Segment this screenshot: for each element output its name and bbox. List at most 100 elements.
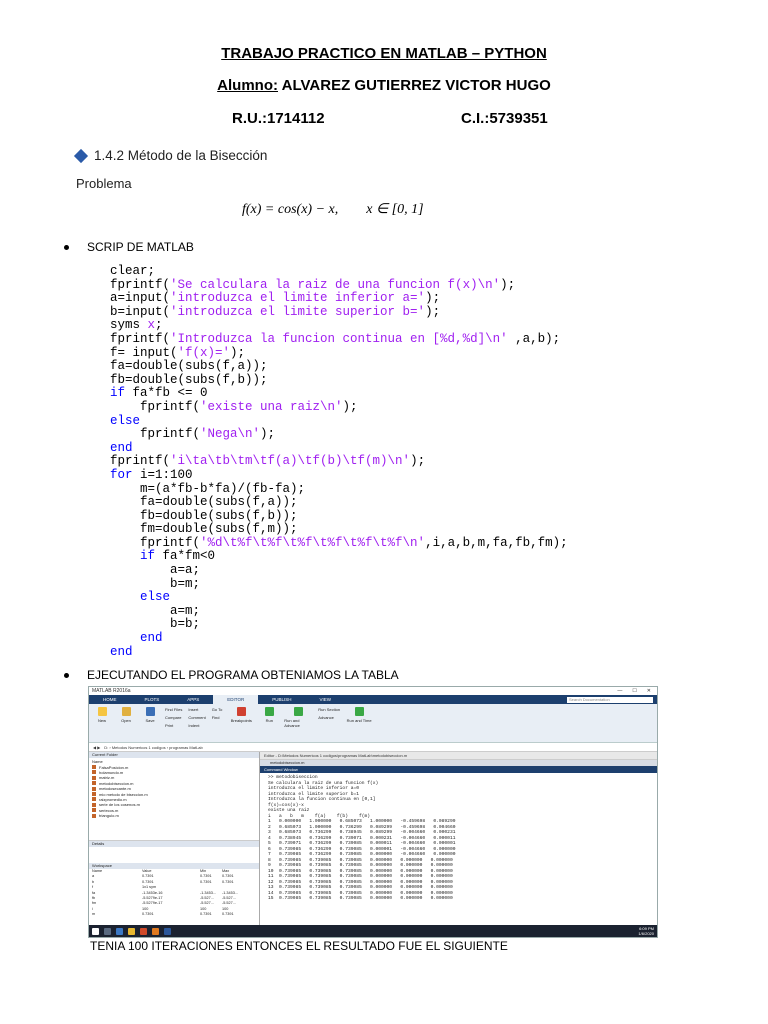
print-button[interactable]: Print (165, 723, 182, 728)
run-time-button[interactable]: Run and Time (346, 707, 372, 723)
find-button[interactable]: Find (212, 715, 223, 720)
console-line: i a b m f(a) f(b) f(m) (268, 813, 370, 819)
code-text: b=m; (110, 576, 201, 591)
console-line: 14 0.739085 0.739085 0.739085 0.000000 0… (268, 890, 453, 896)
file-name: mio metodo de biseccion.m (99, 791, 148, 797)
file-name: holamundo.m (99, 769, 124, 775)
console-line: existe una raiz (268, 808, 310, 813)
matlab-taskbar-icon[interactable] (152, 927, 159, 935)
file-explorer-icon[interactable] (128, 927, 135, 935)
console-line: 4 0.738945 0.736299 0.739071 0.000231 -0… (268, 835, 456, 841)
save-button[interactable]: Save (141, 707, 159, 723)
advance-button[interactable]: Advance (318, 715, 340, 720)
code-keyword: end (110, 440, 133, 455)
tab-apps[interactable]: APPS (173, 695, 213, 704)
code-text: ); (425, 304, 441, 319)
console-line: 5 0.739071 0.736299 0.739085 0.000011 -0… (268, 841, 456, 846)
compare-button[interactable]: Compare (165, 715, 182, 720)
windows-start-icon[interactable] (92, 927, 99, 935)
m-file-icon (92, 770, 96, 775)
tab-plots[interactable]: PLOTS (131, 695, 174, 704)
minimize-icon[interactable]: — (617, 688, 622, 694)
code-text: fprintf( (110, 535, 201, 550)
code-text: fm=double(subs(f,m)); (110, 522, 298, 537)
insert-button[interactable]: Insert (188, 707, 205, 712)
breakpoints-button[interactable]: Breakpoints (228, 707, 254, 723)
tab-publish[interactable]: PUBLISH (258, 695, 305, 704)
code-string: 'Se calculara la raiz de una funcion f(x… (170, 277, 501, 292)
details-panel: Details (89, 840, 259, 863)
workspace-row[interactable]: m 0.7391 0.7391 0.7391 (92, 912, 256, 917)
address-bar[interactable]: ◀ ▶ D: › Metodos Numericos 1 codigos › p… (89, 743, 657, 752)
search-documentation-input[interactable]: Search Documentation (567, 696, 653, 703)
problem-label: Problema (76, 176, 132, 191)
code-text: fprintf( (110, 399, 201, 414)
problem-formula: f(x) = cos(x) − x, x ∈ [0, 1] (242, 202, 424, 217)
code-text: a=m; (110, 603, 201, 618)
code-text: fprintf( (110, 454, 171, 469)
code-text: f= input( (110, 345, 178, 360)
edge-icon[interactable] (116, 927, 123, 935)
code-text: b=input( (110, 304, 171, 319)
search-icon[interactable] (104, 927, 111, 935)
code-text: ); (425, 291, 441, 306)
find-files-button[interactable]: Find Files (165, 707, 182, 712)
system-tray-clock[interactable]: 6:09 PM 1/6/2020 (638, 926, 657, 936)
console-line: 10 0.739085 0.739085 0.739085 0.000000 0… (268, 868, 453, 874)
section-small-actions: Run Section Advance (318, 707, 340, 720)
run-advance-button[interactable]: Run and Advance (284, 707, 312, 728)
run-button[interactable]: Run (260, 707, 278, 723)
details-header: Details (89, 841, 259, 847)
console-line: 13 0.739085 0.739085 0.739085 0.000000 0… (268, 885, 453, 890)
run-time-icon (354, 707, 364, 716)
back-arrow-icon[interactable]: ◀ ▶ (93, 745, 100, 750)
bullet-run: EJECUTANDO EL PROGRAMA OBTENIAMOS LA TAB… (64, 668, 399, 682)
tab-view[interactable]: VIEW (305, 695, 345, 704)
folder-icon (121, 707, 131, 716)
workspace-cell: 0.7391 (222, 879, 234, 884)
file-name: serie de los cosenos.m (99, 802, 140, 808)
code-keyword: if (110, 386, 126, 401)
code-keyword: else (110, 413, 141, 428)
command-window-output[interactable]: >> metodobiseccion Se calculara la raiz … (260, 773, 657, 904)
m-file-icon (92, 781, 96, 786)
run-section-button[interactable]: Run Section (318, 707, 340, 712)
breakpoint-icon (236, 707, 246, 716)
code-string: 'existe una raiz\n' (200, 399, 343, 414)
comment-button[interactable]: Comment (188, 715, 205, 720)
close-icon[interactable]: ✕ (647, 688, 651, 694)
console-line: 15 0.739085 0.739085 0.739085 0.000000 0… (268, 896, 453, 901)
console-line: 9 0.739085 0.739085 0.739085 0.000000 0.… (268, 863, 453, 868)
console-line: Se calculara la raiz de una funcion f(x) (268, 780, 379, 786)
goto-button[interactable]: Go To (212, 707, 223, 712)
tab-home[interactable]: HOME (89, 695, 131, 704)
file-small-actions: Find Files Compare Print (165, 707, 182, 728)
student-name: ALVAREZ GUTIERREZ VICTOR HUGO (281, 77, 551, 94)
code-text: ); (260, 427, 276, 442)
m-file-icon (92, 797, 96, 802)
office-icon[interactable] (140, 927, 147, 935)
code-text: fprintf( (110, 427, 201, 442)
open-button[interactable]: Open (117, 707, 135, 723)
workspace-cell: 0.7391 (142, 912, 154, 917)
file-item[interactable]: triangulo.m (92, 813, 256, 818)
maximize-icon[interactable]: ☐ (632, 688, 636, 694)
code-text: fa=double(subs(f,a)); (110, 495, 298, 510)
code-text: fa*fb <= 0 (125, 386, 208, 401)
m-file-icon (92, 765, 96, 770)
word-icon[interactable] (164, 927, 171, 935)
ci-number: C.I.:5739351 (461, 110, 548, 127)
file-name: matriz.m (99, 775, 115, 781)
bullet-dot-icon (64, 673, 69, 678)
code-keyword: if (140, 549, 156, 564)
m-file-icon (92, 813, 96, 818)
address-path: D: › Metodos Numericos 1 codigos › progr… (104, 744, 203, 750)
new-button[interactable]: New (93, 707, 111, 723)
diamond-bullet-icon (73, 148, 89, 163)
tab-editor[interactable]: EDITOR (213, 695, 259, 704)
workspace-table: Name Value Min Max a 0.7391 0.7391 0.7391 b 0.739… (89, 869, 259, 918)
indent-button[interactable]: Indent (188, 723, 205, 728)
code-keyword: end (140, 631, 163, 646)
